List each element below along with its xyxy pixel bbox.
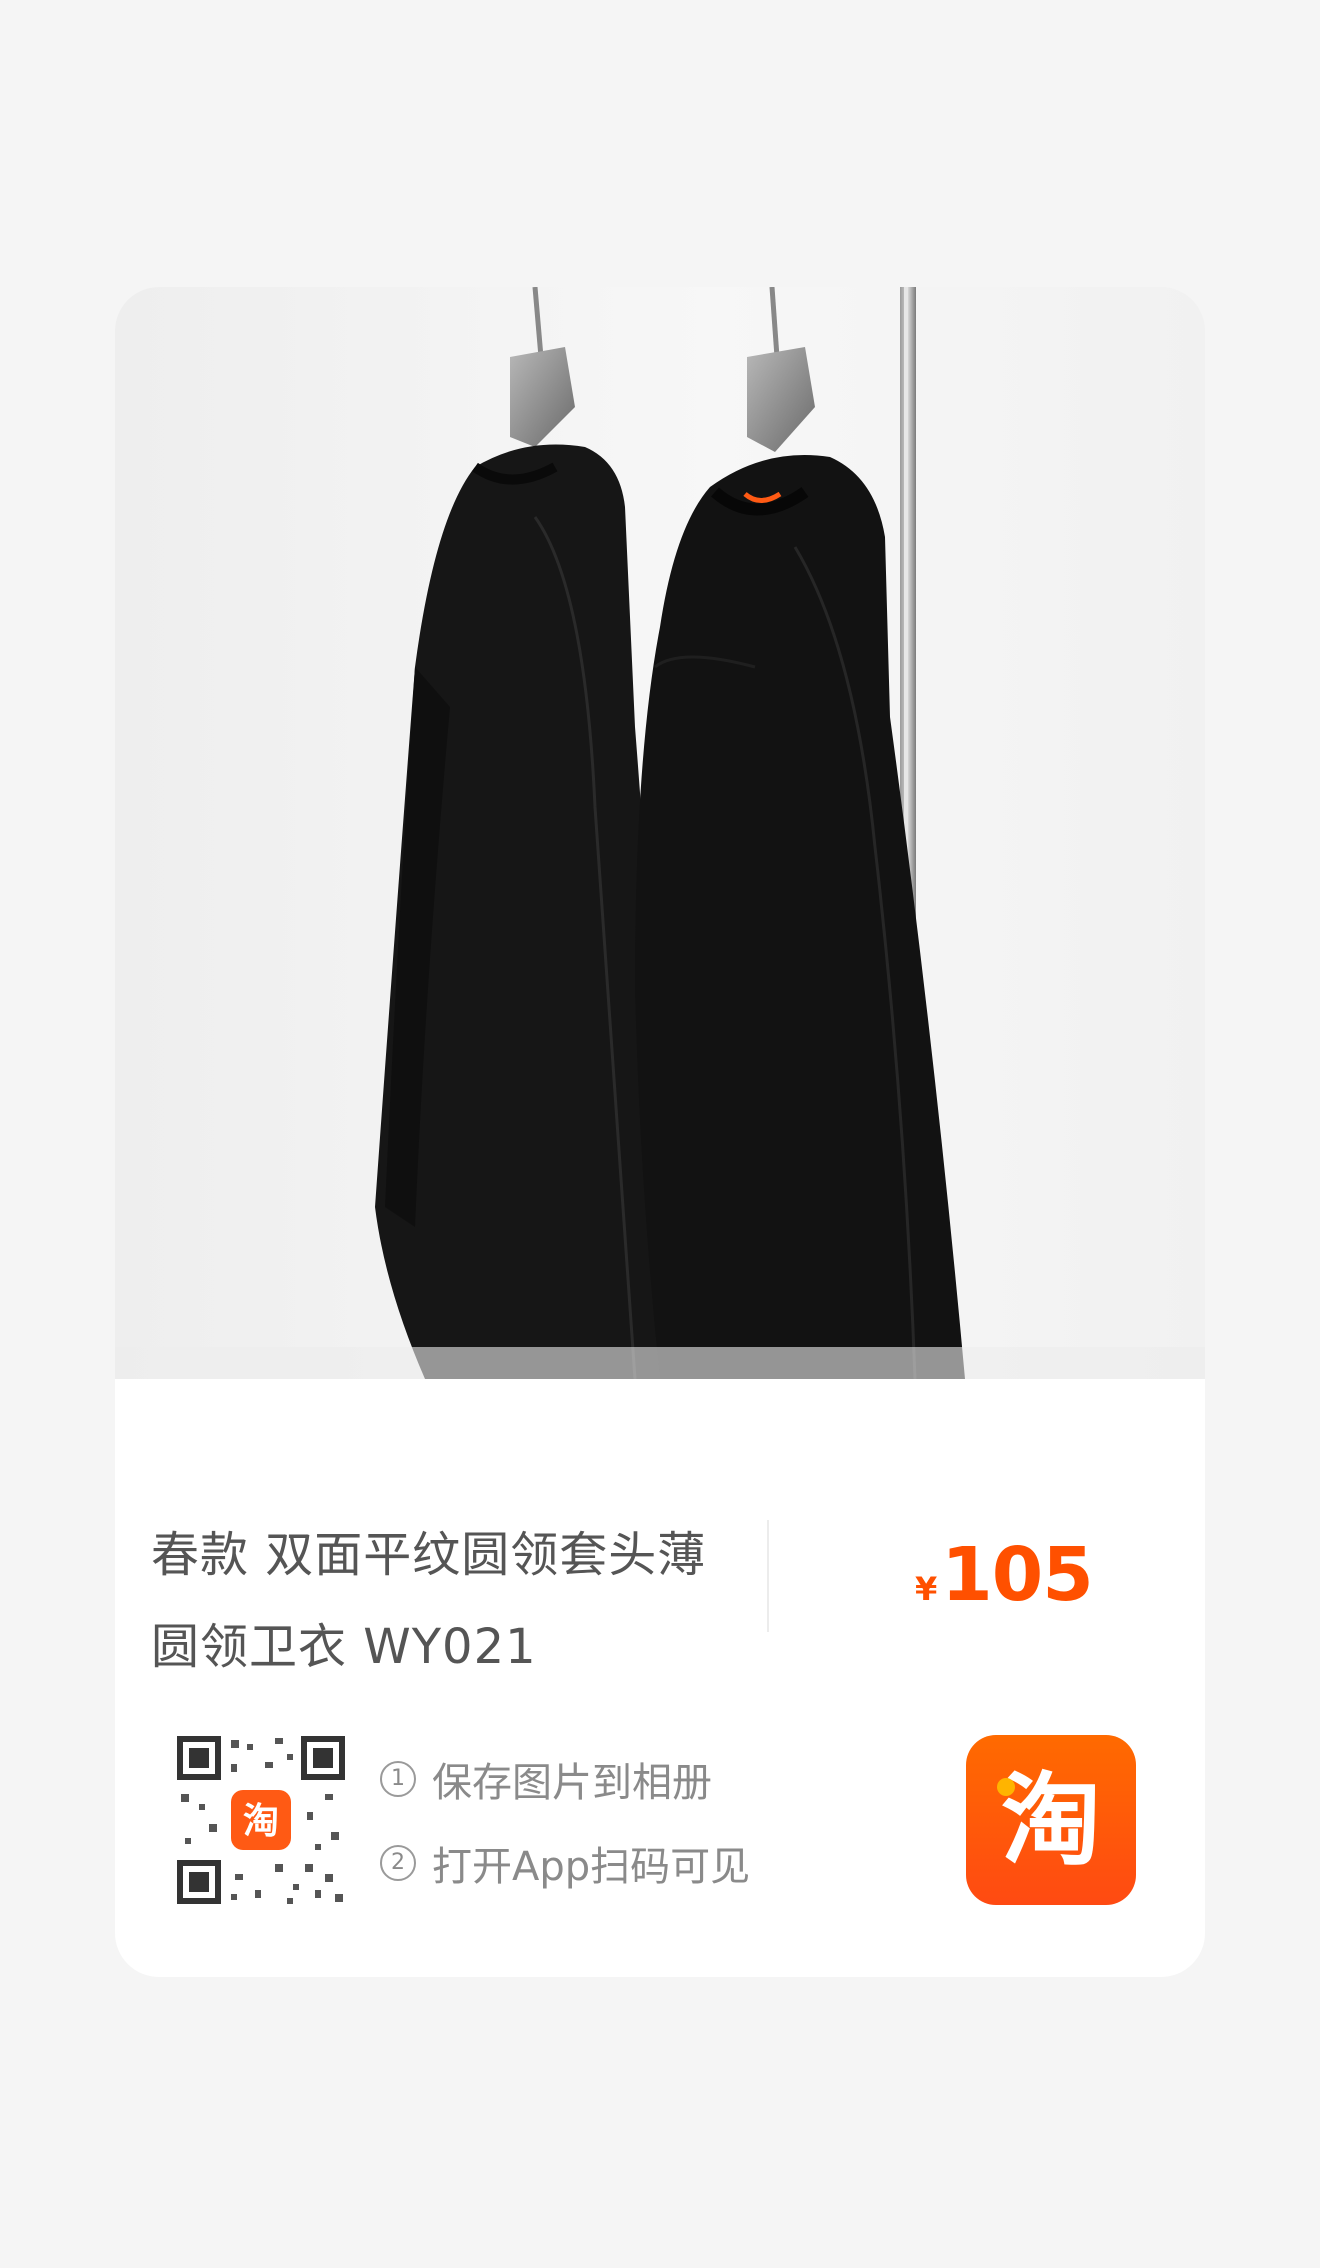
divider [767,1520,769,1632]
step-number: 2 [380,1845,416,1881]
taobao-app-icon[interactable]: 淘 [966,1735,1136,1905]
qr-code[interactable]: 淘 [175,1734,347,1906]
step-number: 1 [380,1761,416,1797]
product-title-line2: 圆领卫衣 WY021 [151,1619,537,1675]
step-save-image: 1 保存图片到相册 [380,1737,750,1821]
product-title-line1: 春款 双面平纹圆领套头薄 [151,1527,707,1583]
taobao-logo-icon: 淘 [231,1790,291,1850]
currency-symbol: ¥ [915,1570,938,1608]
product-price: ¥ 105 [915,1532,1094,1622]
price-amount: 105 [941,1532,1093,1618]
product-title: 春款 双面平纹圆领套头薄 圆领卫衣 WY021 [151,1509,751,1693]
product-image[interactable] [115,287,1205,1379]
svg-text:淘: 淘 [243,1801,279,1842]
share-steps: 1 保存图片到相册 2 打开App扫码可见 [380,1737,750,1905]
taobao-logo-icon: 淘 [997,1762,1101,1879]
sweatshirts-photo [115,287,1205,1379]
step-text: 保存图片到相册 [432,1760,712,1806]
step-text: 打开App扫码可见 [432,1844,751,1890]
step-open-app: 2 打开App扫码可见 [380,1821,750,1905]
svg-text:淘: 淘 [1001,1762,1101,1879]
share-card: 春款 双面平纹圆领套头薄 圆领卫衣 WY021 ¥ 105 淘 1 保存图片到相… [115,287,1205,1977]
